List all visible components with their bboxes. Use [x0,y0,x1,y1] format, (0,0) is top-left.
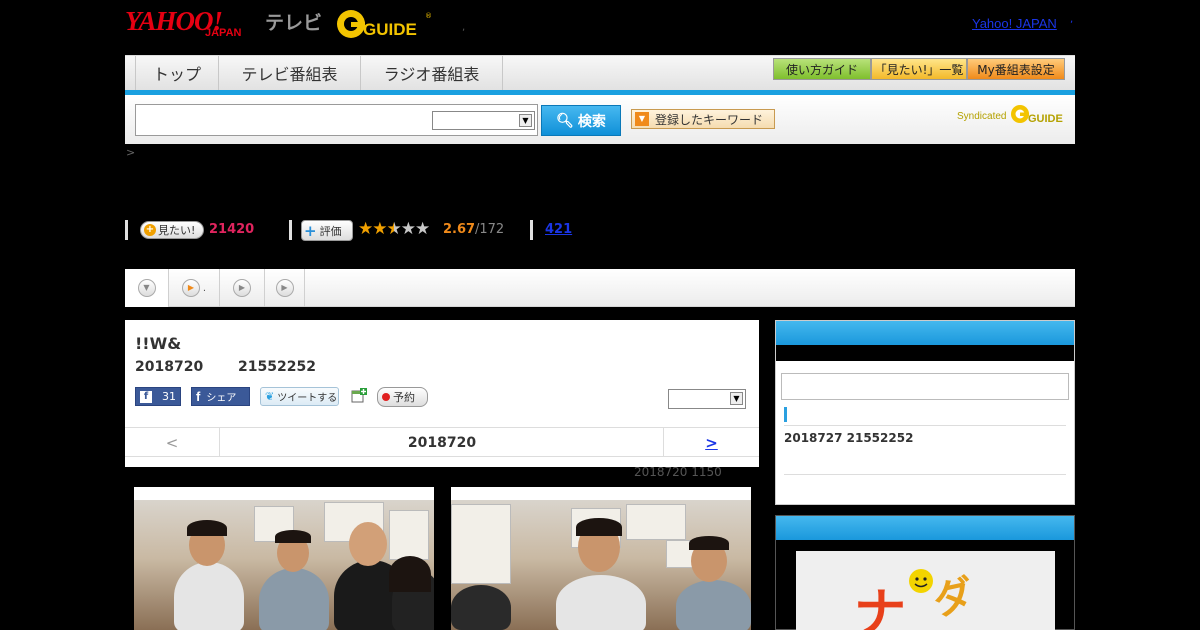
tweet-button[interactable]: ❦ ツイートする [260,387,339,406]
plus-icon: + [304,221,317,240]
program-subtabs: ▼ ▶ . ▶ ▶ [125,269,1075,307]
rate-label: 評価 [319,224,342,238]
episode-nav: < 2018720 > [125,427,759,457]
tab-top[interactable]: トップ [135,56,219,90]
rating-value: 2.67 [443,222,476,237]
stat-divider [289,220,292,240]
prev-episode-button[interactable]: < [125,428,220,457]
tv-logo[interactable]: テレビ [265,8,322,35]
my-listings-settings-button[interactable]: My番組表設定 [967,58,1065,80]
sidebar-panel-subheader [776,345,1074,361]
syndicated-gguide-logo: GUIDE [1010,103,1070,129]
subtab-4[interactable]: ▶ [265,269,305,307]
ad-banner[interactable]: ナ ダ [796,551,1055,630]
sidebar-panel-header [776,321,1074,345]
mitai-label: 見たい! [158,224,196,237]
search-button[interactable]: 🔍︎ 検索 [541,105,621,136]
sidebar-panel-2: ナ ダ [775,515,1075,630]
rate-button[interactable]: + 評価 [301,220,353,241]
program-detail: !!W& 2018720 21552252 f 31 f シェア ❦ ツイートす… [125,320,759,467]
header-dot-right: , [1070,14,1074,25]
search-icon: 🔍︎ [556,112,574,129]
subtab-2-label: . [202,282,207,294]
sidebar-panel-1: 2018727 21552252 [775,320,1075,505]
stat-divider [530,220,533,240]
rating-stars: ★★★★★ [358,219,430,239]
svg-text:®: ® [425,12,432,20]
rating-count: /172 [475,222,505,237]
subtab-1[interactable]: ▼ [125,269,169,307]
updated-note: 2018720 1150 [634,465,722,479]
star-icon: ★ [400,219,416,239]
program-photo-2[interactable] [451,487,751,630]
gguide-logo[interactable]: GUIDE ® [335,8,432,40]
facebook-like-button[interactable]: f 31 [135,387,181,406]
syndicated-logo-text: GUIDE [1028,113,1063,125]
facebook-icon: f [196,389,201,404]
facebook-share-label: シェア [206,393,237,404]
photo-content [451,500,751,630]
chevron-down-icon: ▼ [137,279,156,297]
japan-logo: JAPAN [205,27,242,39]
program-photo-1[interactable] [134,487,434,630]
subtab-2[interactable]: ▶ . [169,269,220,307]
reserve-button[interactable]: 予約 [377,387,428,407]
stat-divider [125,220,128,240]
header-dot: , [462,22,466,33]
photo-content [134,500,434,630]
star-icon: ★ [372,219,387,239]
search-area: ▼ 🔍︎ 検索 ▼ 登録したキーワード Syndicated GUIDE [125,95,1075,144]
subtab-3[interactable]: ▶ [220,269,265,307]
program-select[interactable]: ▼ [668,389,746,409]
tab-radio-listings[interactable]: ラジオ番組表 [361,56,503,90]
next-episode-link[interactable]: > [663,428,759,457]
reserve-label: 予約 [393,391,415,404]
chevron-down-icon[interactable]: ▼ [730,392,743,405]
half-star-icon: ★ [386,219,402,239]
divider [784,474,1066,475]
registered-keywords-label: 登録したキーワード [655,112,764,127]
svg-text:ナ: ナ [854,584,906,630]
mitai-button[interactable]: + 見たい! [140,221,204,239]
search-button-label: 検索 [577,113,606,130]
chevron-down-icon: ▼ [635,112,649,126]
facebook-share-button[interactable]: f シェア [191,387,250,406]
yahoo-japan-link[interactable]: Yahoo! JAPAN [972,16,1057,31]
mitai-count: 21420 [209,222,255,237]
sidebar-input[interactable] [781,373,1069,400]
global-nav: トップ テレビ番組表 ラジオ番組表 使い方ガイド 「見たい!」一覧 My番組表設… [125,55,1075,90]
program-title: !!W& [135,334,182,353]
chevron-down-icon[interactable]: ▼ [519,114,532,127]
facebook-icon: f [140,390,152,403]
record-icon [382,393,390,401]
twitter-icon: ❦ [265,390,275,403]
star-icon: ★ [358,219,373,239]
program-date: 2018720 [135,359,204,375]
search-category-select[interactable]: ▼ [432,111,535,130]
add-calendar-icon[interactable] [351,388,367,404]
mitai-list-button[interactable]: 「見たい!」一覧 [871,58,967,80]
registered-keywords-button[interactable]: ▼ 登録したキーワード [631,109,775,129]
play-icon: ▶ [233,279,251,297]
play-icon: ▶ [181,279,200,297]
episode-date: 2018720 [407,434,477,451]
tweet-label: ツイートする [277,393,338,404]
breadcrumb-mark: > [126,146,136,159]
star-icon: ★ [415,219,430,239]
divider [784,425,1066,426]
guide-button[interactable]: 使い方ガイド [773,58,871,80]
sidebar-marker [784,407,787,422]
facebook-like-count: 31 [162,390,176,403]
program-time: 21552252 [238,359,316,375]
sidebar-panel-header [776,516,1074,540]
tab-tv-listings[interactable]: テレビ番組表 [219,56,361,90]
plus-icon: + [144,224,156,236]
review-count-link[interactable]: 421 [545,222,572,237]
gguide-logo-text: GUIDE [363,20,417,39]
play-icon: ▶ [275,279,294,297]
syndicated-label: Syndicated [957,111,1007,122]
sidebar-schedule-item: 2018727 21552252 [784,431,914,445]
